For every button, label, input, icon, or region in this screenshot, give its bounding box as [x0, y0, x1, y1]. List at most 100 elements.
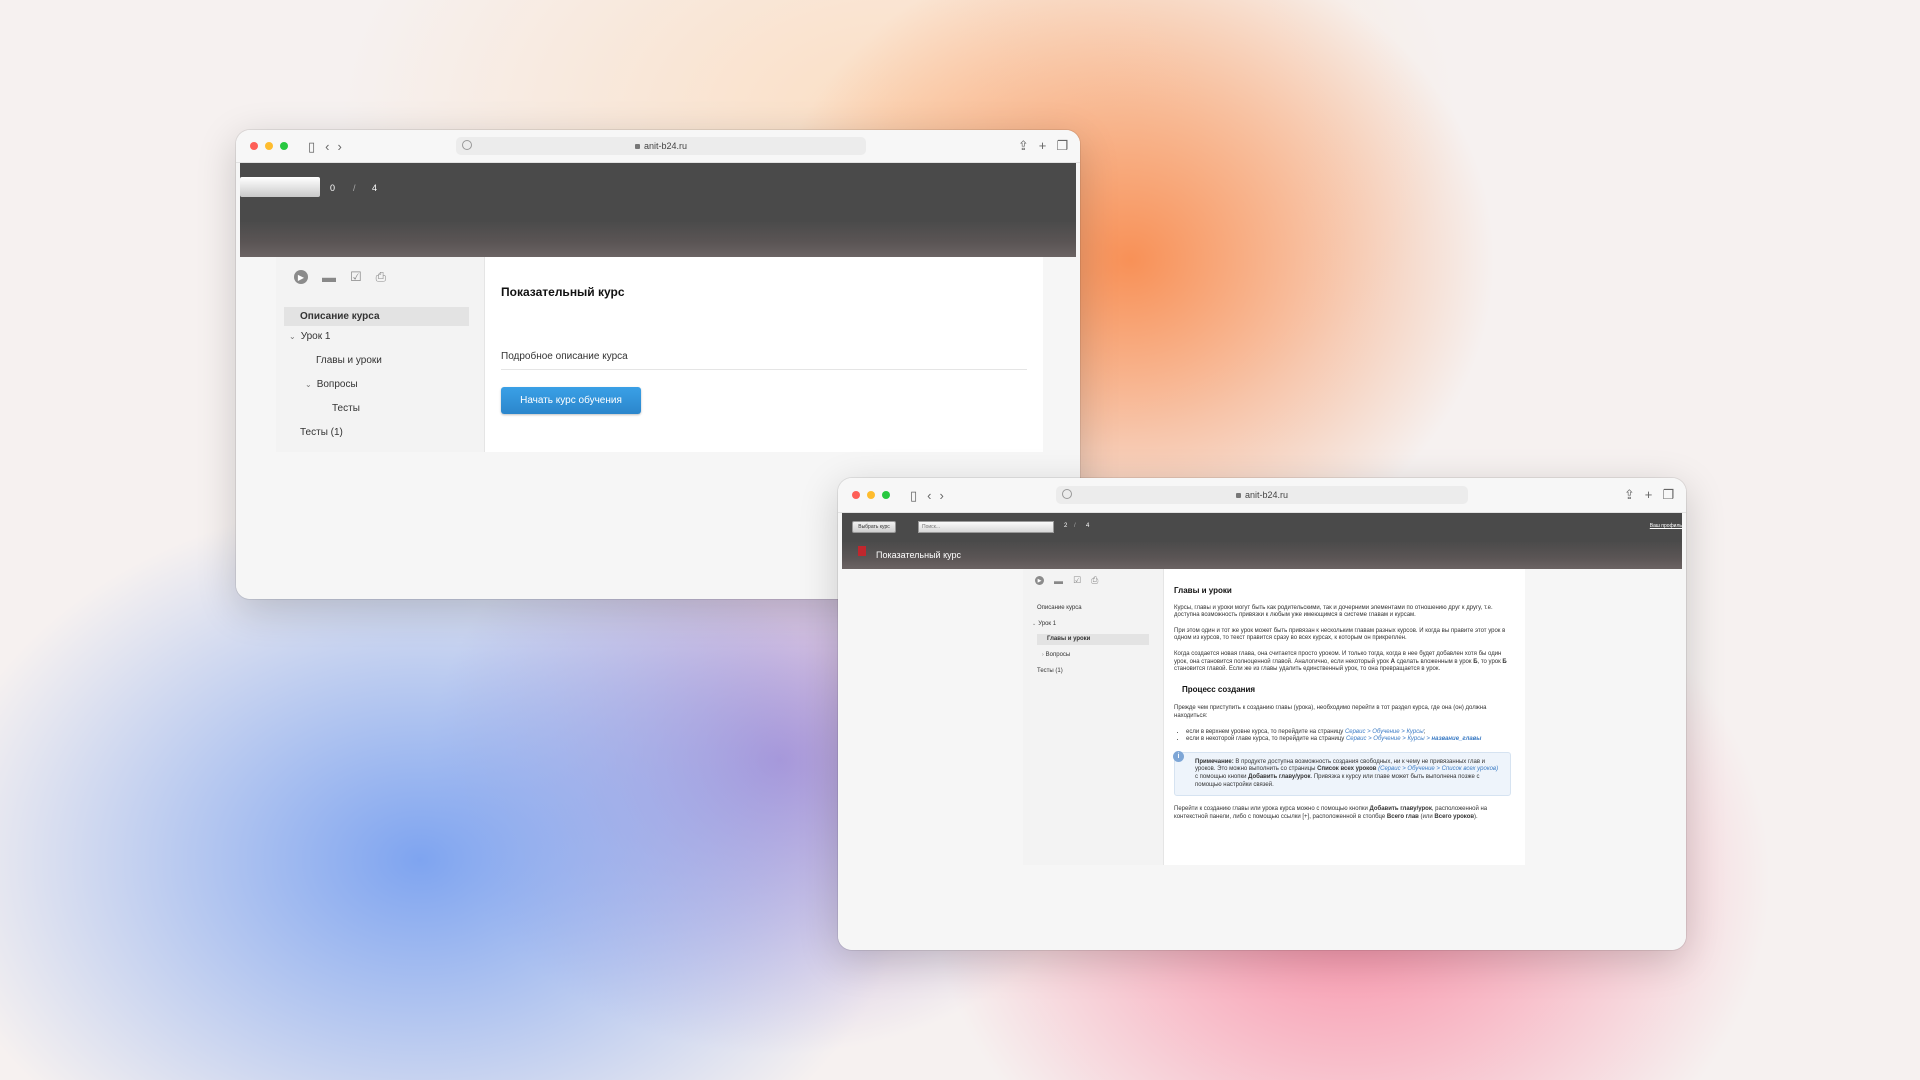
- breadcrumb-link[interactable]: Сервис > Обучение > Курсы: [1345, 729, 1424, 735]
- progress-bar: [240, 177, 320, 197]
- course-navigation: ▶ ▬ ☑ ⎙ Описание курса ⌄ Урок 1 Главы и у…: [276, 257, 485, 452]
- window-controls: [852, 491, 890, 499]
- article-list: если в верхнем уровне курса, то перейдит…: [1174, 729, 1515, 744]
- article-title: Главы и уроки: [1174, 586, 1232, 595]
- bookmark-icon: [858, 546, 866, 556]
- folder-icon[interactable]: ▬: [1054, 576, 1063, 586]
- zoom-window-button[interactable]: [280, 142, 288, 150]
- browser-window-2: ▯ ‹ › anit-b24.ru ⇪ + ❐ Выбрать курс 2 /…: [838, 478, 1686, 950]
- forward-icon[interactable]: ›: [940, 489, 944, 502]
- info-icon: i: [1173, 750, 1184, 762]
- nav-toolbar: ▶ ▬ ☑ ⎙: [294, 269, 386, 285]
- profile-link[interactable]: Ваш профиль: [1650, 523, 1682, 529]
- tree-item-tests-count[interactable]: Тесты (1): [1037, 668, 1063, 674]
- chevron-right-icon[interactable]: ›: [1042, 652, 1044, 658]
- zoom-window-button[interactable]: [882, 491, 890, 499]
- app-header: Выбрать курс 2 / 4 Ваш профиль: [842, 513, 1682, 542]
- tree-item-chapters-lessons[interactable]: Главы и уроки: [1037, 634, 1149, 645]
- text-run: если в верхнем уровне курса, то перейдит…: [1186, 728, 1345, 735]
- address-bar-url: anit-b24.ru: [643, 141, 688, 151]
- note-link[interactable]: (Сервис > Обучение > Список всех уроков): [1376, 766, 1498, 772]
- tabs-overview-icon[interactable]: ❐: [1056, 138, 1068, 154]
- text-bold: Список всех уроков: [1317, 766, 1377, 773]
- breadcrumb-link-bold[interactable]: название_главы: [1432, 736, 1482, 742]
- tree-item-label: Тесты (1): [300, 427, 343, 438]
- chevron-down-icon[interactable]: ⌄: [305, 380, 312, 389]
- print-icon[interactable]: ⎙: [1091, 575, 1098, 586]
- chevron-down-icon[interactable]: ⌄: [1032, 621, 1036, 627]
- tree-item-lesson-1[interactable]: ⌄ Урок 1: [289, 331, 330, 342]
- text-bold: Б: [1502, 658, 1507, 665]
- course-navigation: ▶ ▬ ☑ ⎙ Описание курса ⌄ Урок 1 Главы и у…: [1023, 569, 1164, 865]
- forward-icon[interactable]: ›: [338, 140, 342, 153]
- new-tab-icon[interactable]: +: [1039, 138, 1047, 154]
- window-controls: [250, 142, 288, 150]
- tabs-overview-icon[interactable]: ❐: [1662, 487, 1674, 503]
- text-run: (или: [1418, 813, 1435, 820]
- course-details: Показательный курс Подробное описание ку…: [485, 257, 1043, 452]
- play-icon[interactable]: ▶: [294, 270, 308, 284]
- tree-item-course-description[interactable]: Описание курса: [1037, 605, 1082, 611]
- lock-icon: [1235, 492, 1241, 498]
- tree-item-questions[interactable]: ⌄ Вопросы: [305, 379, 358, 390]
- article-paragraph: Прежде чем приступить к созданию главы (…: [1174, 705, 1487, 719]
- search-input[interactable]: [918, 521, 1054, 533]
- play-icon[interactable]: ▶: [1035, 576, 1044, 585]
- address-bar[interactable]: anit-b24.ru: [456, 137, 866, 155]
- tree-item-tests[interactable]: Тесты: [332, 403, 360, 414]
- chevron-down-icon[interactable]: ⌄: [289, 332, 296, 341]
- privacy-shield-icon[interactable]: [462, 140, 472, 150]
- list-item: если в некоторой главе курса, то перейди…: [1186, 736, 1515, 744]
- browser-actions: ⇪ + ❐: [1624, 487, 1674, 503]
- back-icon[interactable]: ‹: [927, 489, 931, 502]
- share-icon[interactable]: ⇪: [1624, 487, 1635, 503]
- close-window-button[interactable]: [852, 491, 860, 499]
- progress-current: 2: [1064, 523, 1068, 529]
- close-window-button[interactable]: [250, 142, 258, 150]
- note-box: i Примечание: В продукте доступна возмож…: [1173, 750, 1511, 797]
- article-body: Главы и уроки Курсы, главы и уроки могут…: [1164, 569, 1525, 821]
- checklist-icon[interactable]: ☑: [350, 269, 362, 285]
- article-subtitle: Процесс создания: [1182, 684, 1256, 694]
- new-tab-icon[interactable]: +: [1645, 487, 1653, 503]
- sidebar-toggle-icon[interactable]: ▯: [308, 140, 315, 153]
- checklist-icon[interactable]: ☑: [1073, 575, 1081, 586]
- progress-separator: /: [1074, 523, 1076, 529]
- start-course-button[interactable]: Начать курс обучения: [501, 387, 641, 414]
- tree-item-questions[interactable]: › Вопросы: [1042, 652, 1070, 658]
- minimize-window-button[interactable]: [265, 142, 273, 150]
- browser-titlebar: ▯ ‹ › anit-b24.ru ⇪ + ❐: [236, 130, 1080, 163]
- note-label: Примечание:: [1195, 758, 1234, 765]
- text-run: с помощью кнопки: [1195, 773, 1249, 780]
- privacy-shield-icon[interactable]: [1062, 489, 1072, 499]
- minimize-window-button[interactable]: [867, 491, 875, 499]
- tree-item-lesson-1[interactable]: ⌄ Урок 1: [1032, 621, 1056, 627]
- sidebar-toggle-icon[interactable]: ▯: [910, 489, 917, 502]
- select-course-button[interactable]: Выбрать курс: [852, 521, 896, 533]
- progress-current: 0: [330, 183, 336, 193]
- tree-item-label: Главы и уроки: [1047, 636, 1091, 642]
- tree-item-tests-count[interactable]: Тесты (1): [300, 427, 343, 438]
- course-title-bar: Показательный курс: [842, 542, 1682, 569]
- progress-total: 4: [372, 183, 378, 193]
- lock-icon: [634, 143, 640, 149]
- share-icon[interactable]: ⇪: [1018, 138, 1029, 154]
- tree-item-label: Главы и уроки: [316, 355, 382, 366]
- tree-item-chapters-lessons[interactable]: Главы и уроки: [316, 355, 382, 366]
- back-icon[interactable]: ‹: [325, 140, 329, 153]
- print-icon[interactable]: ⎙: [376, 269, 386, 285]
- text-run: становится главой. Если же из главы удал…: [1174, 666, 1441, 673]
- tree-item-label: Вопросы: [316, 379, 358, 390]
- text-bold: Всего глав: [1386, 813, 1419, 820]
- progress-total: 4: [1086, 523, 1090, 529]
- course-title: Показательный курс: [501, 285, 625, 299]
- tree-item-course-description[interactable]: Описание курса: [284, 307, 469, 326]
- address-bar[interactable]: anit-b24.ru: [1056, 486, 1468, 504]
- breadcrumb-link[interactable]: Сервис > Обучение > Курсы >: [1346, 736, 1432, 742]
- folder-icon[interactable]: ▬: [322, 269, 336, 285]
- article-paragraph: Перейти к созданию главы или урока курса…: [1174, 806, 1515, 821]
- text-run: ).: [1474, 813, 1478, 820]
- course-title-bar: [240, 222, 1076, 257]
- list-item: если в верхнем уровне курса, то перейдит…: [1186, 729, 1515, 737]
- course-content: ▶ ▬ ☑ ⎙ Описание курса ⌄ Урок 1 Главы и у…: [838, 569, 1686, 950]
